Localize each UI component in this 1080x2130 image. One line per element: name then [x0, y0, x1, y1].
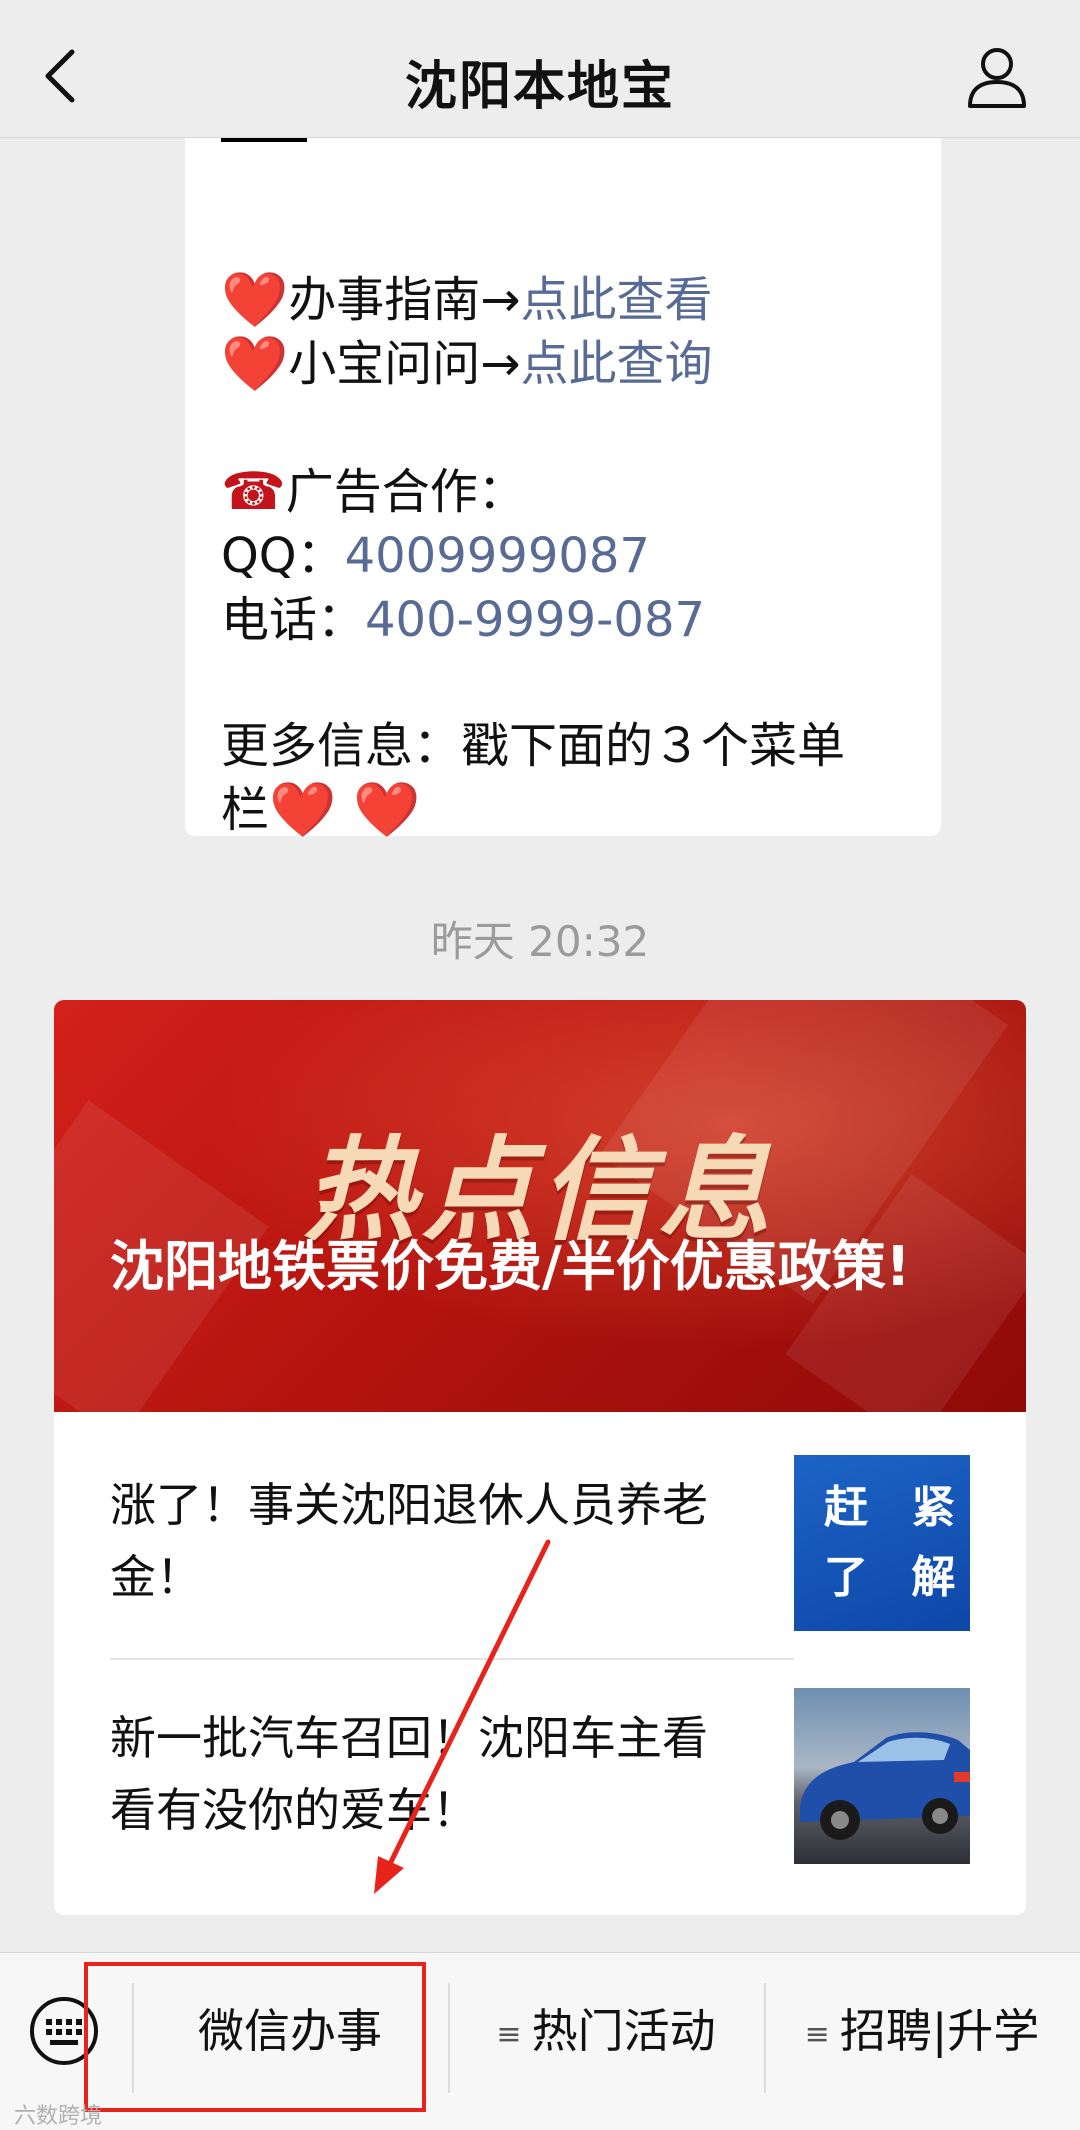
chat-title: 沈阳本地宝 — [404, 57, 675, 117]
article-item[interactable]: 涨了！事关沈阳退休人员养老金！ 赶 紧 了 解 — [110, 1455, 970, 1631]
annotation-highlight-box — [84, 1962, 426, 2112]
article-item[interactable]: 新一批汽车召回！沈阳车主看看有没你的爱车！ — [110, 1688, 970, 1864]
ask-link[interactable]: 点此查询 — [520, 336, 712, 392]
thumbnail-text: 了 解 — [824, 1552, 970, 1603]
chat-header: 沈阳本地宝 — [0, 0, 1080, 138]
message-timestamp: 昨天 20:32 — [430, 917, 650, 966]
phone-number-link[interactable]: 400-9999-087 — [365, 592, 705, 648]
menu-item-label: 热门活动 — [531, 2004, 716, 2058]
telephone-icon: ☎ — [221, 462, 286, 522]
submenu-icon: ≡ — [804, 2016, 830, 2052]
ad-line: ☎广告合作： — [221, 460, 526, 524]
more-info-line: 更多信息：戳下面的３个菜单 — [221, 718, 846, 774]
banner-headline: 沈阳地铁票价免费/半价优惠政策! — [110, 1235, 911, 1298]
guide-label: 办事指南 — [288, 272, 481, 328]
watermark: 六数跨境 — [14, 2104, 103, 2129]
ask-label: 小宝问问 — [288, 336, 481, 392]
phone-line: 电话：400-9999-087 — [221, 588, 705, 652]
more-info-line-2: 栏❤️ ❤️ — [221, 778, 421, 842]
qq-line: QQ：4009999087 — [221, 524, 650, 588]
message-bubble: ❤️办事指南→点此查看 ❤️小宝问问→点此查询 ☎广告合作： QQ：400999… — [185, 118, 941, 841]
heart-icon: ❤️ — [221, 268, 289, 331]
guide-line: ❤️办事指南→点此查看 — [221, 268, 713, 332]
menu-item-label: 招聘|升学 — [839, 2004, 1040, 2058]
article-item-title: 新一批汽车召回！沈阳车主看看有没你的爱车！ — [110, 1711, 708, 1837]
qq-number-link[interactable]: 4009999087 — [345, 528, 650, 584]
heart-icon: ❤️ — [221, 332, 289, 395]
phone-label: 电话： — [221, 592, 366, 648]
qq-label: QQ： — [221, 528, 345, 584]
ask-line: ❤️小宝问问→点此查询 — [221, 332, 713, 396]
menu-item-hot-events[interactable]: ≡ 热门活动 — [450, 1991, 762, 2071]
article-banner[interactable]: 热点信息 沈阳地铁票价免费/半价优惠政策! — [54, 1000, 1026, 1412]
article-thumbnail: 赶 紧 了 解 — [794, 1455, 970, 1631]
arrow-icon: → — [480, 336, 521, 392]
guide-link[interactable]: 点此查看 — [520, 272, 712, 328]
car-image — [800, 1732, 970, 1840]
item-divider — [110, 1658, 794, 1660]
car-thumbnail — [794, 1688, 970, 1864]
menu-item-jobs-education[interactable]: ≡ 招聘|升学 — [766, 1991, 1078, 2071]
article-card[interactable]: 热点信息 沈阳地铁票价免费/半价优惠政策! 涨了！事关沈阳退休人员养老金！ 赶 … — [54, 1000, 1026, 1915]
profile-icon[interactable] — [964, 44, 1030, 110]
submenu-icon: ≡ — [496, 2016, 522, 2052]
divider-line — [221, 138, 307, 142]
more-info-tail: 栏 — [221, 782, 270, 838]
article-item-title: 涨了！事关沈阳退休人员养老金！ — [110, 1478, 708, 1604]
thumbnail-text: 赶 紧 — [824, 1482, 970, 1533]
heart-icons: ❤️ ❤️ — [269, 778, 421, 841]
ad-label: 广告合作： — [285, 464, 526, 520]
arrow-icon: → — [480, 272, 521, 328]
